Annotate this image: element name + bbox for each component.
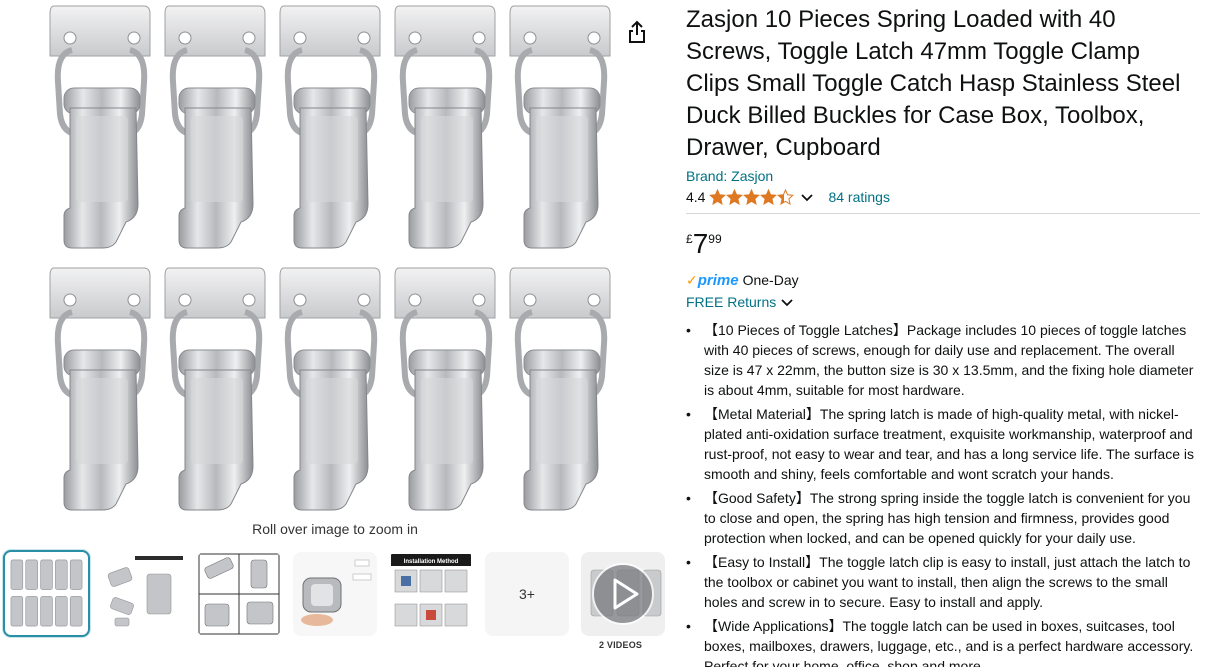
prime-logo-text: prime [697, 271, 739, 289]
free-returns-link[interactable]: FREE Returns [686, 292, 1200, 312]
price-whole: 7 [692, 228, 709, 259]
toggle-latch [395, 6, 495, 248]
product-title: Zasjon 10 Pieces Spring Loaded with 40 S… [686, 6, 1181, 161]
toggle-latch [510, 268, 610, 510]
divider [686, 213, 1200, 214]
thumbnail-installation-label: Installation Method [404, 559, 459, 565]
share-icon[interactable] [625, 20, 649, 46]
toggle-latch [280, 6, 380, 248]
product-info: Zasjon 10 Pieces Spring Loaded with 40 S… [686, 4, 1200, 667]
thumbnail-3[interactable] [197, 552, 281, 636]
toggle-latch [165, 268, 265, 510]
thumbnail-4[interactable] [293, 552, 377, 636]
brand-link[interactable]: Brand: Zasjon [686, 166, 1200, 186]
prime-delivery: ✓ prime One-Day [686, 270, 1200, 290]
price-fraction: 99 [708, 232, 722, 246]
feature-bullet: 【Easy to Install】The toggle latch clip i… [686, 552, 1200, 612]
price-symbol: £ [686, 232, 693, 246]
main-product-image[interactable] [40, 4, 630, 514]
star-icon [760, 189, 778, 205]
rating-value: 4.4 [686, 189, 706, 205]
more-images-count: 3+ [519, 586, 535, 602]
toggle-latch [510, 6, 610, 248]
rating-row: 4.4 84 ratings [686, 186, 1200, 208]
thumbnail-5[interactable]: Installation Method [389, 552, 473, 636]
star-rating[interactable] [709, 189, 795, 205]
feature-bullet: 【10 Pieces of Toggle Latches】Package inc… [686, 320, 1200, 400]
zoom-hint: Roll over image to zoom in [252, 521, 418, 537]
free-returns-label: FREE Returns [686, 294, 777, 310]
star-icon [743, 189, 761, 205]
thumbnail-video[interactable] [581, 552, 665, 636]
toggle-latch [395, 268, 495, 510]
feature-bullet: 【Good Safety】The strong spring inside th… [686, 488, 1200, 548]
delivery-speed: One-Day [742, 272, 799, 288]
play-icon[interactable] [592, 563, 654, 625]
toggle-latch [50, 268, 150, 510]
chevron-down-icon[interactable] [780, 295, 794, 309]
feature-bullet: 【Wide Applications】The toggle latch can … [686, 616, 1200, 667]
toggle-latch [50, 6, 150, 248]
feature-bullet: 【Metal Material】The spring latch is made… [686, 404, 1200, 484]
star-icon [709, 189, 727, 205]
feature-bullets: 【10 Pieces of Toggle Latches】Package inc… [686, 320, 1200, 667]
toggle-latch [280, 268, 380, 510]
thumbnail-2[interactable] [101, 552, 185, 636]
prime-check-icon: ✓ [686, 271, 698, 288]
chevron-down-icon[interactable] [800, 190, 814, 204]
toggle-latch-photo [40, 4, 630, 514]
star-icon [726, 189, 744, 205]
videos-count-label: 2 VIDEOS [599, 640, 643, 650]
prime-logo: ✓ prime [686, 272, 739, 289]
thumbnail-strip: Installation Method 3+ [3, 550, 668, 638]
price: £ 7 99 [686, 230, 1200, 260]
ratings-count-link[interactable]: 84 ratings [828, 189, 889, 205]
star-icon [777, 189, 795, 205]
toggle-latch [165, 6, 265, 248]
thumbnail-more[interactable]: 3+ [485, 552, 569, 636]
thumbnail-1[interactable] [3, 550, 90, 637]
